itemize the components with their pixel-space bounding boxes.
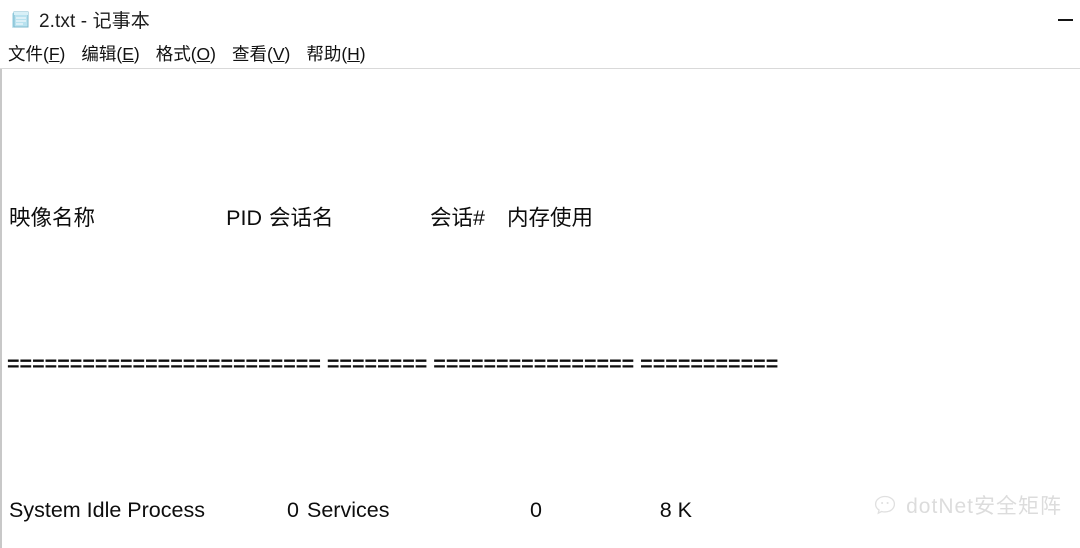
- menu-item-format[interactable]: 格式(O): [156, 41, 216, 66]
- notepad-icon: [10, 9, 32, 31]
- document-text[interactable]: 映像名称 PID 会话名 会话# 内存使用 ==================…: [2, 69, 1080, 548]
- minimize-button[interactable]: [1034, 0, 1080, 38]
- menu-bar: 文件(F) 编辑(E) 格式(O) 查看(V) 帮助(H): [0, 38, 1080, 68]
- menu-accel-view: V: [272, 43, 285, 64]
- menu-accel-edit: E: [122, 43, 134, 64]
- window-title: 2.txt - 记事本: [39, 10, 150, 32]
- header-session-hash: 会话#: [430, 205, 485, 230]
- menu-item-file[interactable]: 文件(F): [8, 41, 65, 66]
- text-editor-area[interactable]: 映像名称 PID 会话名 会话# 内存使用 ==================…: [0, 69, 1080, 548]
- menu-item-view[interactable]: 查看(V): [232, 41, 290, 66]
- minimize-icon: [1057, 19, 1073, 21]
- header-session-name: 会话名: [269, 205, 334, 230]
- tasklist-separator: ========================= ======== =====…: [7, 351, 779, 376]
- header-pid: PID: [226, 205, 262, 230]
- header-mem-usage: 内存使用: [507, 205, 594, 230]
- menu-accel-help: H: [347, 43, 360, 64]
- cell-image-name: System Idle Process: [9, 497, 205, 522]
- cell-pid: 0: [287, 497, 299, 522]
- cell-session-name: Services: [307, 497, 390, 522]
- window-controls: [1034, 0, 1080, 38]
- tasklist-header-row: 映像名称 PID 会话名 会话# 内存使用: [7, 204, 1080, 233]
- table-row: System Idle Process 0 Services 0 8 K: [7, 496, 1080, 525]
- cell-session-hash: 0: [530, 497, 542, 522]
- title-bar: 2.txt - 记事本: [0, 0, 1080, 38]
- notepad-window: 2.txt - 记事本 文件(F) 编辑(E) 格式(O) 查看(V) 帮助(H…: [0, 0, 1080, 548]
- header-image-name: 映像名称: [9, 205, 96, 230]
- menu-accel-format: O: [196, 43, 211, 64]
- menu-item-edit[interactable]: 编辑(E): [81, 41, 139, 66]
- cell-mem-usage: 8 K: [659, 497, 692, 522]
- menu-accel-file: F: [48, 43, 60, 64]
- menu-item-help[interactable]: 帮助(H): [306, 41, 365, 66]
